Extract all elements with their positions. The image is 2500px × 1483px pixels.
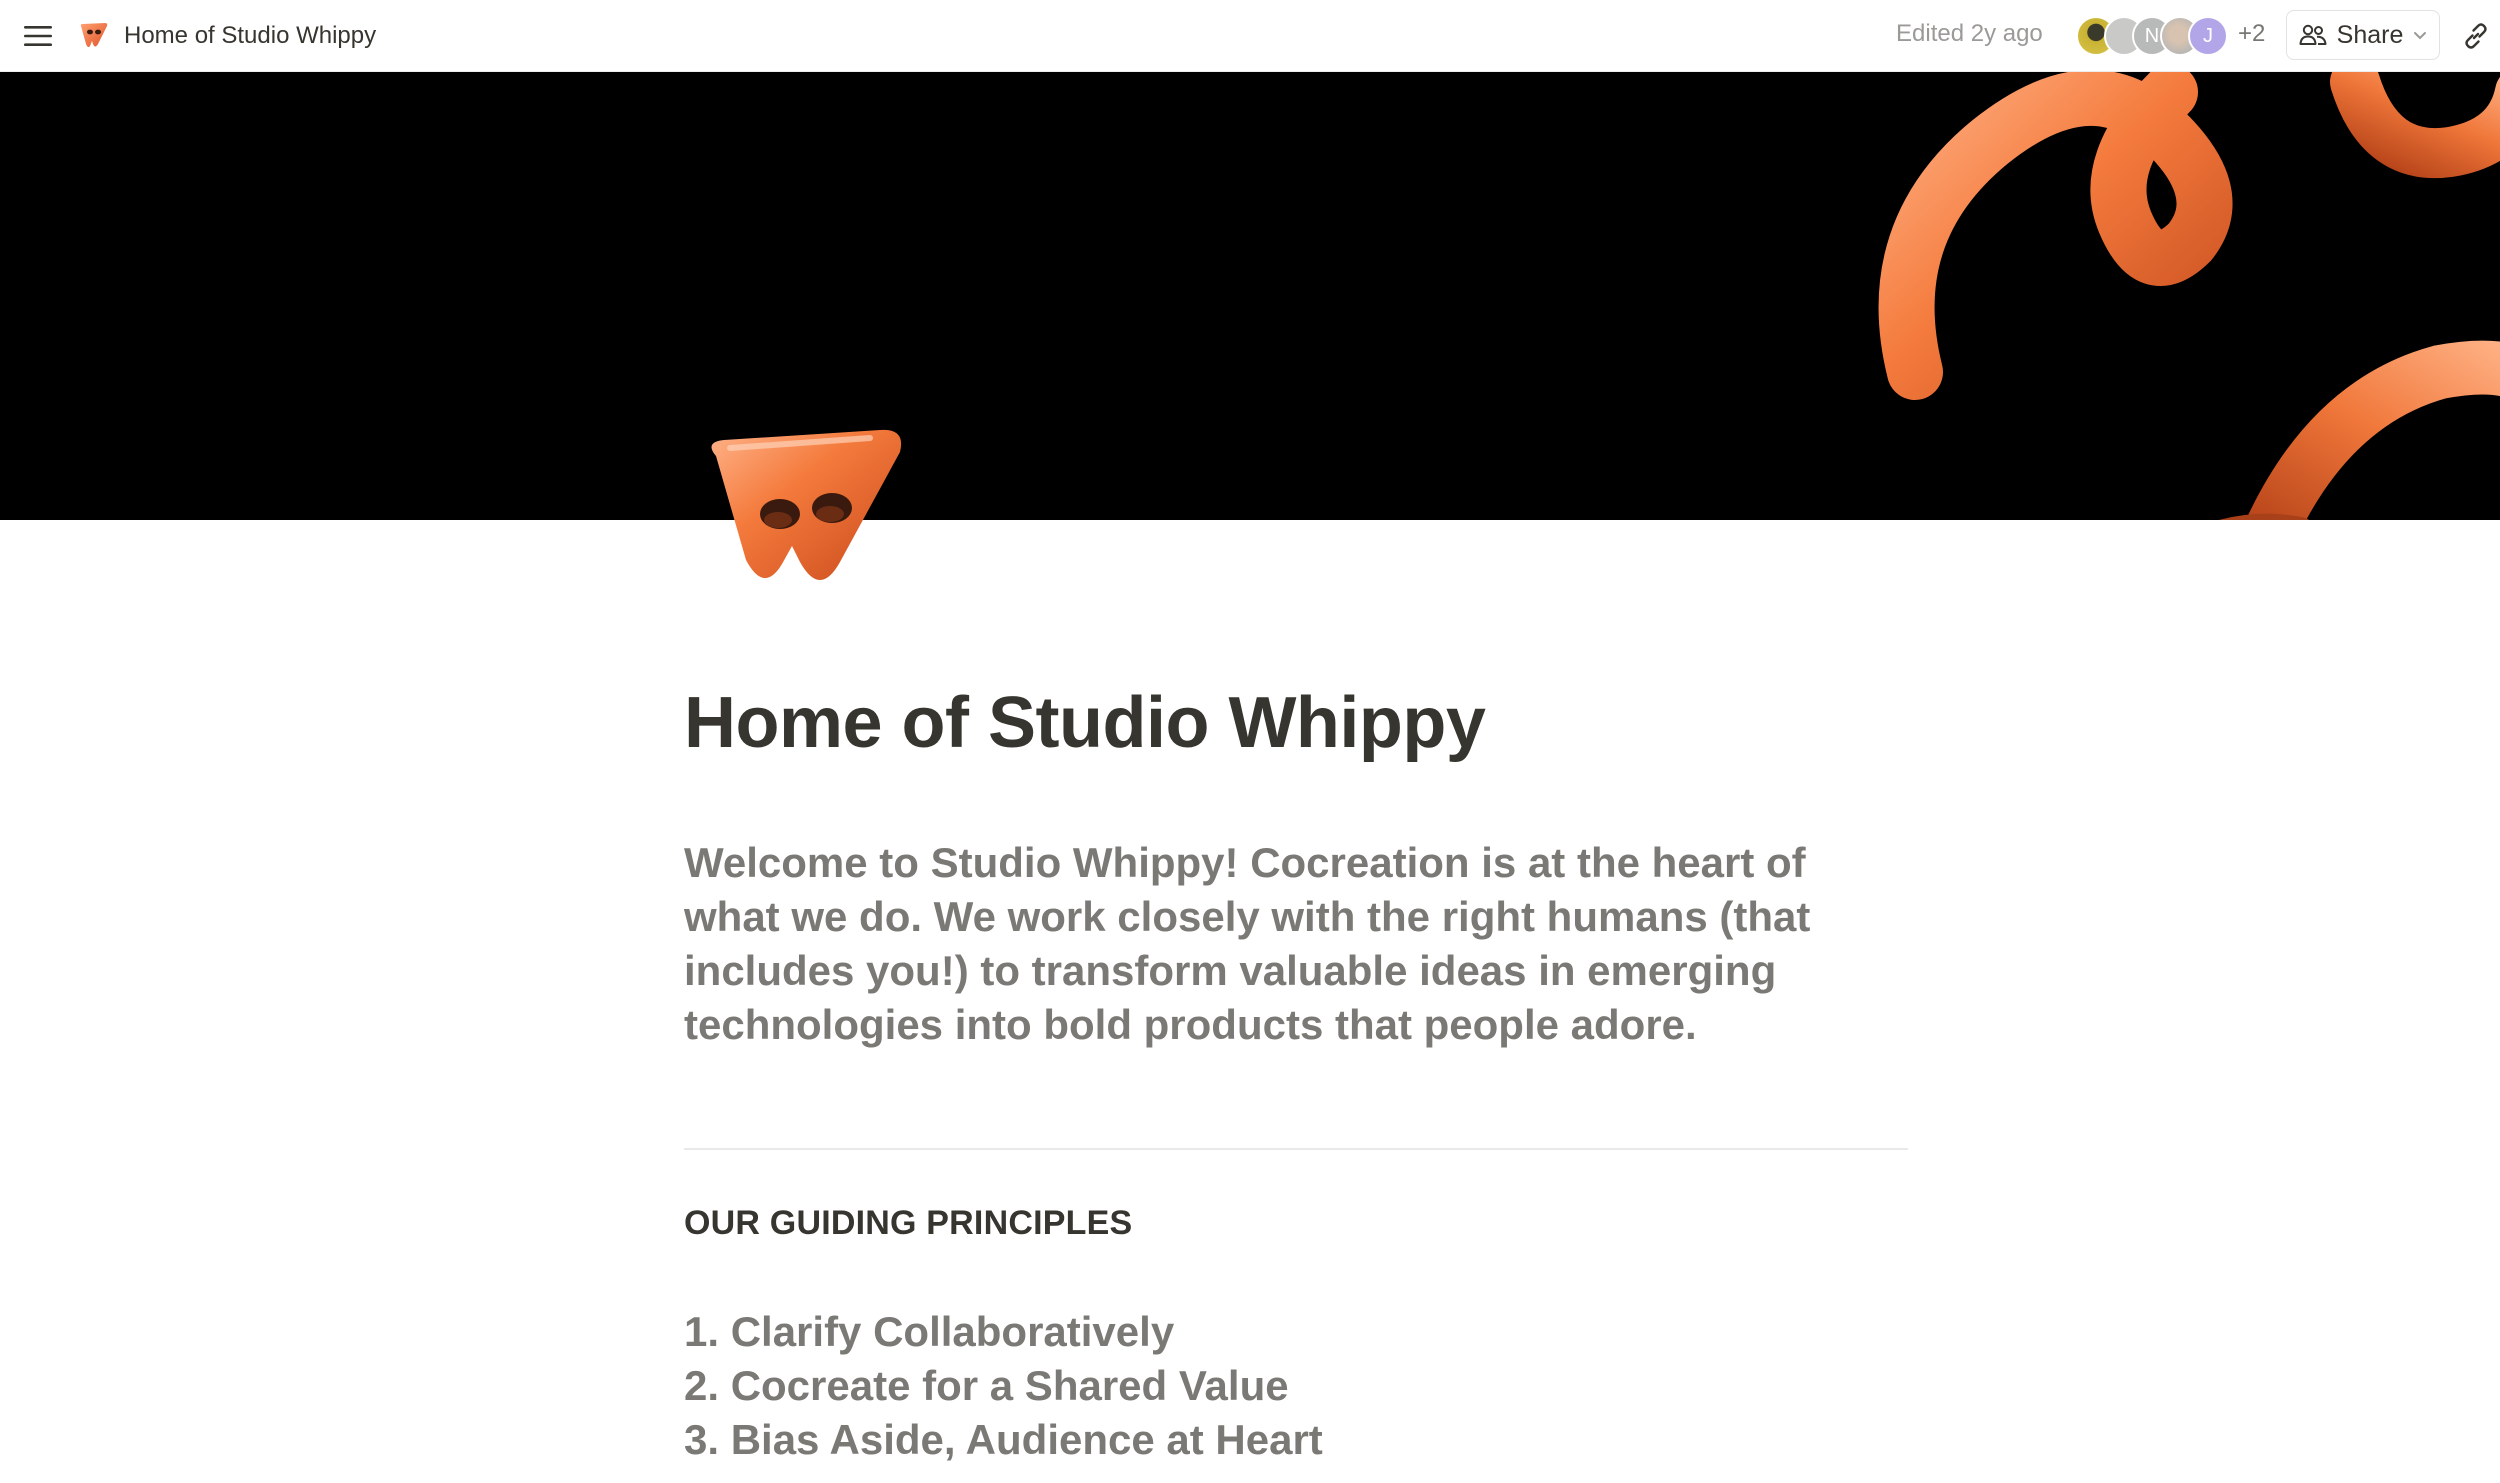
list-item[interactable]: 1. Clarify Collaboratively: [684, 1305, 1908, 1359]
avatar[interactable]: J: [2188, 16, 2228, 56]
list-item[interactable]: 3. Bias Aside, Audience at Heart: [684, 1413, 1908, 1467]
orange-curl-shapes: [1878, 72, 2500, 520]
share-label: Share: [2336, 20, 2404, 49]
section-heading[interactable]: OUR GUIDING PRINCIPLES: [684, 1204, 1908, 1243]
collaborator-avatars[interactable]: N J: [2076, 14, 2228, 58]
people-icon: [2299, 24, 2327, 45]
more-collaborators-count[interactable]: +2: [2238, 20, 2265, 48]
breadcrumb[interactable]: Home of Studio Whippy: [78, 14, 376, 58]
intro-paragraph[interactable]: Welcome to Studio Whippy! Cocreation is …: [684, 836, 1894, 1052]
page-content: Home of Studio Whippy Welcome to Studio …: [684, 680, 1908, 1467]
edited-status: Edited 2y ago: [1896, 20, 2043, 47]
principles-list: 1. Clarify Collaboratively 2. Cocreate f…: [684, 1305, 1908, 1467]
whippy-logo-icon: [80, 23, 108, 48]
list-item[interactable]: 2. Cocreate for a Shared Value: [684, 1359, 1908, 1413]
page-icon[interactable]: [700, 422, 910, 592]
share-button[interactable]: Share: [2286, 10, 2440, 60]
chevron-down-icon: [2414, 32, 2427, 40]
menu-icon[interactable]: [20, 18, 56, 54]
breadcrumb-title: Home of Studio Whippy: [124, 22, 377, 49]
avatar-initial: N: [2144, 24, 2160, 47]
cover-image[interactable]: [0, 72, 2500, 520]
top-bar: Home of Studio Whippy Edited 2y ago N J …: [0, 0, 2500, 72]
avatar-initial: J: [2203, 24, 2213, 47]
whippy-logo-icon: [711, 429, 902, 580]
divider: [684, 1148, 1908, 1151]
page-title[interactable]: Home of Studio Whippy: [684, 680, 1908, 766]
link-icon[interactable]: [2456, 16, 2496, 56]
